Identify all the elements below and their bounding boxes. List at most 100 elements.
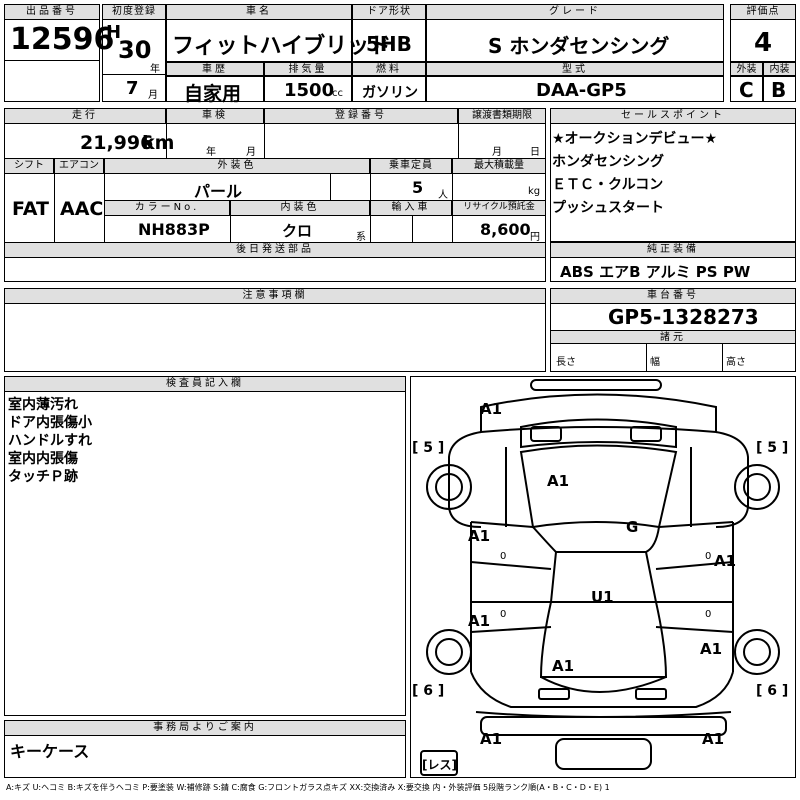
deadline-day: 日	[530, 147, 540, 158]
damage-mark-5: A1	[714, 552, 737, 570]
door-label: ドア形状	[352, 4, 426, 20]
small-mark-3: 0	[500, 609, 507, 620]
sales-point-1: ★オークションデビュー★	[552, 131, 718, 147]
inspector-line-1: 室内薄汚れ	[8, 397, 78, 413]
inspector-label: 検査員記入欄	[4, 376, 406, 392]
mileage-label: 走行	[4, 108, 166, 124]
color-number: NH883P	[138, 220, 210, 239]
seats-unit: 人	[438, 190, 448, 201]
chassis-label: 車台番号	[550, 288, 796, 304]
load-label: 最大積載量	[452, 158, 546, 174]
spec-width: 幅	[650, 357, 660, 368]
inspector-line-4: 室内内張傷	[8, 451, 78, 467]
fuel-label: 燃料	[352, 62, 426, 76]
interior-color-label: 内装色	[230, 200, 370, 216]
damage-mark-9: A1	[552, 657, 575, 675]
equipment-label: 純正装備	[550, 242, 796, 258]
history: 自家用	[184, 83, 242, 105]
recycle-label: リサイクル預託金	[452, 200, 546, 216]
sales-points-label: セールスポイント	[550, 108, 796, 124]
spare-tire: [レス]	[422, 758, 457, 772]
chassis-number: GP5-1328273	[608, 305, 759, 329]
deadline-label: 譲渡書類期限	[458, 108, 546, 124]
sales-point-4: プッシュスタート	[552, 200, 664, 216]
legend: A:キズ U:ヘコミ B:キズを伴うヘコミ P:要塗装 W:補修跡 S:錆 C:…	[6, 783, 610, 792]
specs-label: 諸元	[550, 330, 796, 344]
history-label: 車歴	[166, 62, 264, 76]
small-mark-1: 0	[500, 551, 507, 562]
damage-mark-6: U1	[591, 588, 614, 606]
lot-label: 出品番号	[4, 4, 100, 20]
exterior-label: 外装	[730, 62, 763, 76]
sales-point-2: ホンダセンシング	[552, 154, 664, 170]
inspection-year: 年	[206, 147, 216, 158]
seats: 5	[412, 178, 424, 197]
details-box	[4, 108, 546, 244]
model-label: 型式	[426, 62, 724, 76]
inspection-label: 車検	[166, 108, 264, 124]
spec-length: 長さ	[556, 357, 576, 368]
office-note: キーケース	[10, 742, 90, 761]
colorno-label: カラーNo.	[104, 200, 230, 216]
damage-mark-2: A1	[547, 472, 570, 490]
displacement-label: 排気量	[264, 62, 352, 76]
inspection-month: 月	[246, 147, 256, 158]
registration-label: 初度登録	[102, 4, 166, 20]
tire-rear-left: [ 6 ]	[412, 683, 445, 699]
damage-mark-8: A1	[700, 640, 723, 658]
inspector-line-3: ハンドルすれ	[8, 433, 92, 449]
lot-number: 12596	[10, 22, 115, 57]
damage-mark-7: A1	[468, 612, 491, 630]
recycle-unit: 円	[530, 232, 540, 243]
car-name-label: 車名	[166, 4, 352, 20]
damage-mark-10: A1	[480, 730, 503, 748]
displacement: 1500	[284, 80, 335, 101]
score-label: 評価点	[730, 4, 796, 20]
shift: FAT	[12, 198, 49, 220]
model: DAA-GP5	[536, 80, 627, 101]
damage-mark-11: A1	[702, 730, 725, 748]
tire-rear-right: [ 6 ]	[756, 683, 789, 699]
office-label: 事務局よりご案内	[4, 720, 406, 736]
reg-year: 30	[118, 36, 152, 64]
interior-grade: B	[771, 78, 787, 102]
ac-label: エアコン	[54, 158, 104, 174]
tire-front-left: [ 5 ]	[412, 440, 445, 456]
inspector-line-5: タッチＰ跡	[8, 469, 78, 485]
plate-label: 登録番号	[264, 108, 458, 124]
reg-month: 7	[126, 78, 139, 99]
score: 4	[754, 28, 773, 58]
interior-label: 内装	[763, 62, 796, 76]
sales-point-3: ＥＴＣ・クルコン	[552, 177, 664, 193]
recycle-fee: 8,600	[480, 220, 531, 239]
grade-label: グレード	[426, 4, 724, 20]
import-label: 輸入車	[370, 200, 452, 216]
displacement-unit: cc	[332, 88, 343, 99]
fuel: ガソリン	[362, 85, 418, 101]
year-unit: 年	[150, 64, 160, 75]
deadline-month: 月	[492, 147, 502, 158]
load-unit: kg	[528, 186, 541, 197]
exterior-grade: C	[739, 78, 754, 102]
interior-color-unit: 系	[356, 232, 366, 243]
small-mark-2: 0	[705, 551, 712, 562]
equipment: ABS エアB アルミ PS PW	[560, 263, 751, 281]
mileage-unit: km	[142, 132, 175, 154]
ac: AAC	[60, 198, 104, 220]
damage-diagram	[410, 376, 796, 778]
spec-height: 高さ	[726, 357, 746, 368]
damage-mark-1: A1	[480, 400, 503, 418]
inspector-line-2: ドア内張傷小	[8, 415, 92, 431]
shift-label: シフト	[4, 158, 54, 174]
tire-front-right: [ 5 ]	[756, 440, 789, 456]
small-mark-4: 0	[705, 609, 712, 620]
later-parts-label: 後日発送部品	[4, 242, 546, 258]
damage-mark-3: G	[626, 518, 639, 536]
interior-color: クロ	[282, 222, 313, 240]
door-type: 5HB	[366, 32, 412, 56]
month-unit: 月	[148, 90, 158, 101]
color: パール	[194, 182, 243, 201]
car-outline	[420, 379, 780, 776]
color-label: 外装色	[104, 158, 370, 174]
seats-label: 乗車定員	[370, 158, 452, 174]
